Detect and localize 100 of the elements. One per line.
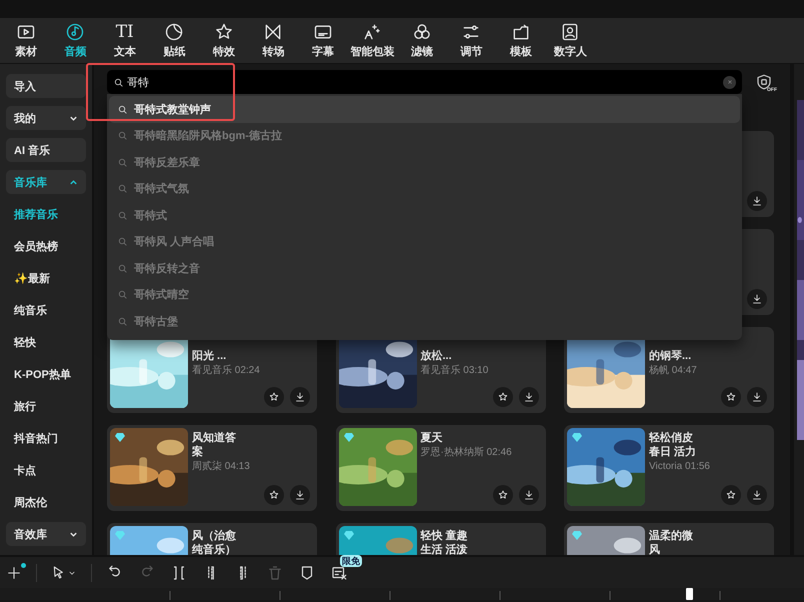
download-button[interactable] — [290, 387, 310, 407]
song-meta: 罗恩·热林纳斯 02:46 — [420, 446, 512, 460]
sticker-icon — [164, 22, 184, 42]
search-icon — [117, 183, 128, 194]
search-field[interactable]: 哥特 — [107, 70, 742, 94]
clear-button[interactable] — [723, 76, 736, 88]
music-card[interactable]: 轻快 童趣 生活 活泼 — [336, 523, 546, 555]
toolbar-tab[interactable]: 模板 — [496, 18, 546, 63]
chevron-down-icon — [69, 530, 78, 538]
song-title: 生活 活泼 — [420, 543, 468, 555]
download-button[interactable] — [518, 387, 538, 407]
sidebar-item[interactable]: K-POP热单 — [6, 362, 86, 386]
sidebar-item[interactable]: 旅行 — [6, 394, 86, 418]
toolbar-tab[interactable]: 贴纸 — [150, 18, 199, 63]
download-button[interactable] — [290, 485, 310, 505]
sidebar-item[interactable]: 卡点 — [6, 458, 86, 482]
toolbar-tab[interactable]: 素材 — [1, 18, 50, 63]
sidebar-item[interactable]: 纯音乐 — [6, 298, 86, 322]
search-icon — [117, 130, 128, 142]
song-title: 放松... — [420, 349, 452, 363]
song-title: 风 — [649, 543, 660, 555]
toolbar-tab[interactable]: 滤镜 — [397, 18, 446, 63]
sidebar-item[interactable]: 会员热榜 — [6, 234, 86, 258]
toolbar-tab[interactable]: 音频 — [50, 18, 100, 63]
toolbar-tab[interactable]: 特效 — [199, 18, 248, 63]
favorite-button[interactable] — [721, 387, 741, 407]
music-card[interactable]: 轻松俏皮 春日 活力 Victoria 01:56 — [564, 425, 774, 511]
music-note-icon — [65, 22, 86, 42]
download-icon — [751, 195, 763, 207]
search-input[interactable]: 哥特 — [127, 76, 720, 88]
search-icon — [117, 104, 128, 115]
music-card[interactable]: 夏天 罗恩·热林纳斯 02:46 — [336, 425, 546, 511]
song-title: 风知道答 — [192, 431, 236, 445]
template-icon — [510, 22, 531, 42]
toolbar-tab[interactable]: 字幕 — [298, 18, 348, 63]
search-icon — [113, 76, 124, 88]
sidebar-item[interactable]: ✨最新 — [6, 266, 86, 290]
toolbar-tab[interactable]: TI 文本 — [100, 18, 150, 63]
download-button[interactable] — [747, 387, 767, 407]
sidebar-item[interactable]: 推荐音乐 — [6, 202, 86, 226]
star-icon — [496, 391, 508, 403]
sidebar-category[interactable]: 音乐库 — [6, 170, 86, 194]
song-title: 的钢琴... — [649, 349, 692, 363]
song-meta: Victoria 01:56 — [649, 460, 710, 474]
trash-icon — [266, 564, 284, 582]
music-card[interactable]: 风知道答 案 周贰柒 04:13 — [107, 425, 317, 511]
toolbar-tab[interactable]: 转场 — [248, 18, 298, 63]
song-meta: 看见音乐 02:24 — [192, 364, 260, 378]
search-icon — [117, 316, 128, 327]
toolbar-tab[interactable]: 调节 — [446, 18, 496, 63]
star-icon — [268, 489, 280, 501]
toolbar-tab[interactable]: 智能包装 — [348, 18, 397, 63]
sidebar-item[interactable]: 轻快 — [6, 330, 86, 354]
download-icon — [751, 391, 763, 403]
sidebar-category[interactable]: 音效库 — [6, 522, 86, 546]
sidebar-category[interactable]: AI 音乐 — [6, 138, 86, 162]
song-title: 风（治愈 — [192, 529, 236, 543]
sidebar-category[interactable]: 我的 — [6, 106, 86, 130]
plus-icon — [6, 564, 22, 580]
download-icon — [751, 293, 763, 305]
song-title: 阳光 ... — [192, 349, 226, 363]
song-title: 轻快 童趣 — [420, 529, 468, 543]
sidebar-item[interactable]: 周杰伦 — [6, 490, 86, 514]
toolbar-tab[interactable]: 数字人 — [546, 18, 595, 63]
sidebar-category[interactable]: 导入 — [6, 74, 86, 98]
music-card[interactable]: 风（治愈 纯音乐） — [107, 523, 317, 555]
favorite-button[interactable] — [264, 485, 284, 505]
download-icon — [522, 489, 534, 501]
download-button[interactable] — [747, 191, 767, 211]
star-icon — [725, 391, 737, 403]
download-icon — [522, 391, 534, 403]
filter-icon — [412, 22, 432, 42]
sidebar-item[interactable]: 抖音热门 — [6, 426, 86, 450]
song-meta: 杨帆 04:47 — [649, 364, 697, 378]
song-title: 夏天 — [420, 431, 442, 445]
promo-badge: 限免 — [340, 554, 362, 566]
song-title: 轻松俏皮 — [649, 431, 693, 445]
favorite-button[interactable] — [264, 387, 284, 407]
avatar-icon — [560, 22, 580, 42]
sparkle-icon — [362, 22, 382, 42]
song-title: 案 — [192, 445, 203, 459]
text-icon: TI — [116, 22, 134, 42]
chevron-down-icon — [69, 114, 78, 122]
song-title: 温柔的微 — [649, 529, 693, 543]
download-button[interactable] — [518, 485, 538, 505]
download-button[interactable] — [747, 289, 767, 309]
search-icon — [117, 210, 128, 221]
music-card[interactable]: 温柔的微 风 — [564, 523, 774, 555]
favorite-button[interactable] — [721, 485, 741, 505]
favorite-button[interactable] — [492, 485, 512, 505]
chevron-up-icon — [69, 178, 78, 186]
select-tool-button[interactable] — [51, 564, 77, 580]
search-icon — [117, 156, 128, 168]
download-button[interactable] — [747, 485, 767, 505]
close-icon — [726, 78, 734, 86]
search-icon — [117, 236, 128, 248]
favorite-button[interactable] — [492, 387, 512, 407]
star-icon — [496, 489, 508, 501]
suggestion-item[interactable]: 哥特式教堂钟声 — [109, 96, 740, 122]
song-title: 纯音乐） — [192, 543, 236, 555]
